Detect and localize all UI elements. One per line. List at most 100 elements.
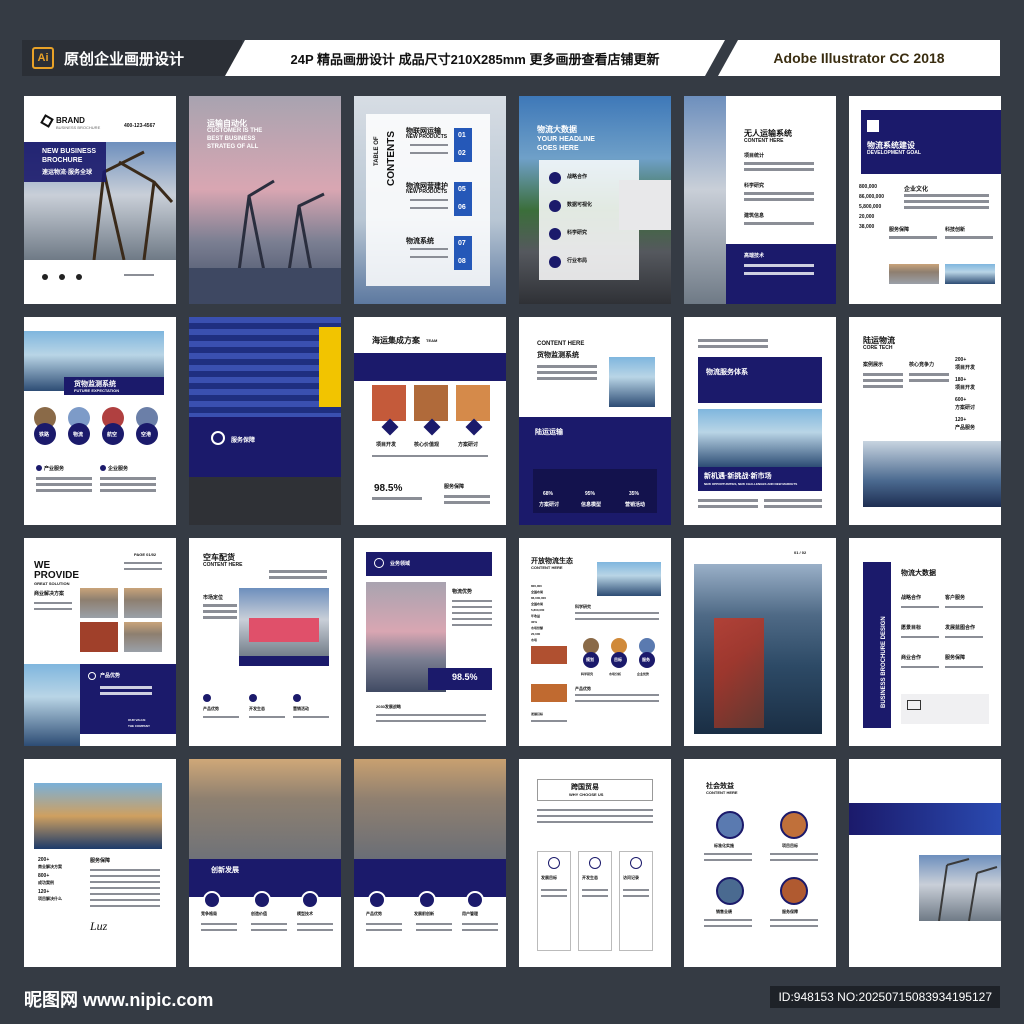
page-back-cover[interactable] bbox=[849, 759, 1001, 967]
system-c: 科技创新 bbox=[945, 227, 966, 233]
page-big-data[interactable]: 物流大数据 YOUR HEADLINE GOES HERE 战略合作 数据可视化… bbox=[519, 96, 671, 304]
page-land-logistics[interactable]: 陆运物流 CORE TECH 案例展示 核心竞争力 200+ 项目开发 180+… bbox=[849, 317, 1001, 525]
page-grid: BRAND BUSINESS BROCHURE 400-123-4567 NEW… bbox=[24, 96, 1001, 968]
text-line bbox=[452, 618, 492, 620]
stat-68: 68% bbox=[543, 491, 554, 497]
text-line bbox=[366, 923, 402, 925]
page-monitoring[interactable]: 货物监测系统 FUTURE EXPECTATION 铁路 物流 航空 空港 产业… bbox=[24, 317, 176, 525]
page-empty-truck[interactable]: 空车配货 CONTENT HERE 市场定位 产品优势 开发生态 营销活动 bbox=[189, 538, 341, 746]
social-a: 标准化实施 bbox=[714, 843, 734, 848]
truck-a: 市场定位 bbox=[203, 595, 224, 601]
lightbulb-icon bbox=[589, 857, 601, 869]
text-line bbox=[582, 895, 608, 897]
page-land-transport[interactable]: CONTENT HERE 货物监测系统 陆运运输 68% 方案研讨 95% 信息… bbox=[519, 317, 671, 525]
page-unmanned[interactable]: 无人运输系统 CONTENT HERE 项目统计 科学研究 建筑信息 高端技术 bbox=[684, 96, 836, 304]
text-line bbox=[203, 716, 239, 718]
page-cover[interactable]: BRAND BUSINESS BROCHURE 400-123-4567 NEW… bbox=[24, 96, 176, 304]
back-cover-band bbox=[849, 803, 1001, 835]
eco-n2: 86,000,000 bbox=[531, 596, 547, 600]
truck-image bbox=[619, 180, 671, 230]
text-line bbox=[704, 853, 752, 855]
nipic-logo[interactable]: 昵图网 www.nipic.com bbox=[24, 986, 213, 1012]
ship-n1: 200+ bbox=[38, 857, 50, 863]
social-b: 项目目标 bbox=[782, 843, 798, 848]
big-data-title: 物流大数据 bbox=[537, 125, 577, 134]
business-title-band bbox=[366, 552, 492, 576]
page-innovation[interactable]: 创新发展 竞争格局 创造价值 模型技术 bbox=[189, 759, 341, 967]
text-line bbox=[203, 604, 237, 607]
brand-sub: BUSINESS BROCHURE bbox=[56, 125, 101, 130]
page-service-system[interactable]: 物流服务体系 新机遇·新挑战·新市场 NEW OPPORTUNITIES, NE… bbox=[684, 317, 836, 525]
page-social-benefit[interactable]: 社会效益 CONTENT HERE 标准化实施 项目目标 销售业绩 服务保障 bbox=[684, 759, 836, 967]
page-automation[interactable]: 运输自动化 CUSTOMER IS THE BEST BUSINESS STRA… bbox=[189, 96, 341, 304]
text-line bbox=[704, 859, 752, 861]
land-l1: 项目开发 bbox=[955, 365, 976, 371]
text-line bbox=[203, 616, 237, 619]
brochure-f: 服务保障 bbox=[945, 655, 966, 661]
page-business-area[interactable]: 业务领域 物流优势 98.5% 2030发展战略 bbox=[354, 538, 506, 746]
social-en: CONTENT HERE bbox=[706, 790, 738, 795]
system-a: 企业文化 bbox=[904, 187, 929, 193]
service-band bbox=[189, 417, 341, 477]
text-line bbox=[744, 198, 814, 201]
pink-truck bbox=[249, 618, 319, 642]
unmanned-c: 建筑信息 bbox=[744, 213, 765, 219]
ship-n2: 800+ bbox=[38, 873, 50, 879]
page-port-aerial[interactable]: 01 / 02 bbox=[684, 538, 836, 746]
page-toc[interactable]: TABLE OF CONTENTS 物联网运输 NEW PRODUCTS 物流网… bbox=[354, 96, 506, 304]
eco-f: 发展目标 bbox=[531, 712, 544, 716]
text-line bbox=[366, 929, 402, 931]
phone-icon bbox=[42, 274, 48, 280]
toc-num-01: 01 bbox=[458, 132, 466, 139]
cover-title-1: NEW BUSINESS bbox=[42, 148, 97, 155]
truck-d: 营销活动 bbox=[293, 706, 309, 711]
stat-95-label: 信息模型 bbox=[581, 502, 602, 508]
page-product-advantage[interactable]: 产品优势 发展前创新 用户管理 bbox=[354, 759, 506, 967]
text-line bbox=[462, 923, 498, 925]
page-system-build[interactable]: 物流系统建设 DEVELOPMENT GOAL 800,000 86,000,0… bbox=[849, 96, 1001, 304]
document-icon bbox=[907, 700, 921, 710]
ship-l3: 项目解决什么 bbox=[38, 896, 62, 901]
text-line bbox=[770, 859, 818, 861]
great-solution: GREAT SOLUTION bbox=[34, 581, 70, 586]
text-line bbox=[444, 501, 490, 504]
big-data-item-2: 数据可视化 bbox=[567, 202, 593, 208]
text-line bbox=[537, 821, 653, 823]
text-line bbox=[372, 497, 422, 500]
page-open-ecosystem[interactable]: 开放物流生态 CONTENT HERE 800,000 全国布局 86,000,… bbox=[519, 538, 671, 746]
text-line bbox=[90, 905, 160, 907]
growth-icon bbox=[418, 891, 436, 909]
text-line bbox=[297, 929, 333, 931]
eco-l3: 年收益 bbox=[531, 614, 541, 618]
land-n1: 200+ bbox=[955, 357, 967, 363]
dev-icon bbox=[381, 418, 399, 436]
factory-photo bbox=[189, 759, 341, 859]
stat-35: 35% bbox=[629, 491, 640, 497]
page-cross-border[interactable]: 跨国贸易 WHY CHOOSE US 发展目标 开发生态 访问记录 bbox=[519, 759, 671, 967]
innovation-b: 创造价值 bbox=[251, 911, 267, 916]
sea-title: 海运集成方案 bbox=[372, 336, 420, 345]
text-line bbox=[909, 373, 949, 376]
text-line bbox=[100, 692, 152, 695]
chart-icon bbox=[549, 200, 561, 212]
page-ship-service[interactable]: 200+ 商业解决方案 800+ 成功案例 120+ 项目解决什么 服务保障 L… bbox=[24, 759, 176, 967]
page-brochure-design[interactable]: BUSINESS BROCHURE DESIGN 物流大数据 战略合作 客户服务… bbox=[849, 538, 1001, 746]
text-line bbox=[698, 499, 758, 502]
eco-photo-2 bbox=[531, 684, 567, 702]
page-service-guarantee[interactable]: 服务保障 bbox=[189, 317, 341, 525]
text-line bbox=[541, 889, 567, 891]
page-we-provide[interactable]: WE PROVIDE GREAT SOLUTION PAGE 01/02 商业解… bbox=[24, 538, 176, 746]
we-a: 商业解决方案 bbox=[34, 591, 65, 597]
text-line bbox=[203, 610, 237, 613]
land-n2: 180+ bbox=[955, 377, 967, 383]
bullet-icon bbox=[100, 465, 106, 471]
land-l2: 项目开发 bbox=[955, 385, 976, 391]
land-n3: 600+ bbox=[955, 397, 967, 403]
page-sea-integration[interactable]: 海运集成方案 TEAM 项目开发 核心价值观 方案研讨 98.5% 服务保障 bbox=[354, 317, 506, 525]
text-line bbox=[901, 666, 939, 668]
text-line bbox=[376, 714, 486, 716]
text-line bbox=[770, 853, 818, 855]
eco-l5: 市场 bbox=[531, 638, 538, 642]
monitor-en: FUTURE EXPECTATION bbox=[74, 388, 120, 393]
brochure-d: 发展蓝图合作 bbox=[945, 625, 976, 631]
